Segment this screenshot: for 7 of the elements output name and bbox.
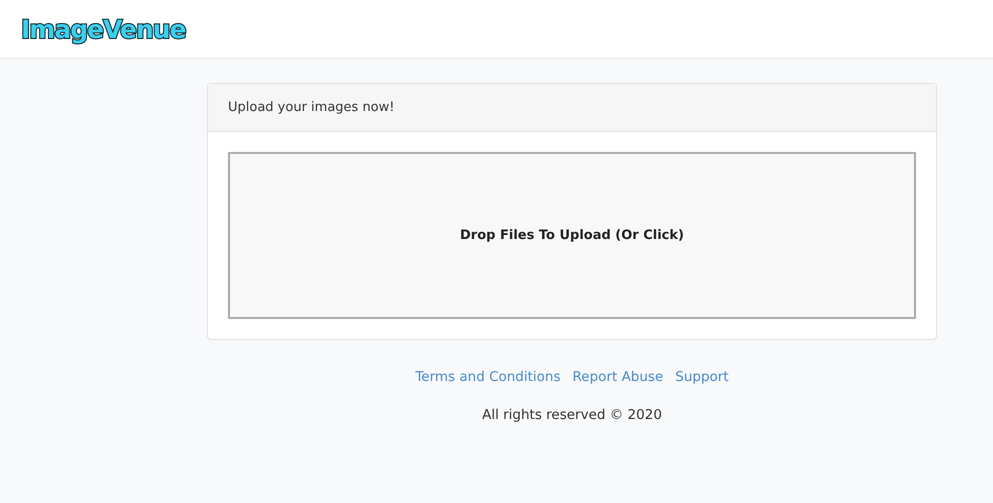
logo[interactable]: ImageVenue bbox=[21, 16, 186, 42]
dropzone[interactable]: Drop Files To Upload (Or Click) bbox=[228, 152, 916, 319]
card-title: Upload your images now! bbox=[228, 98, 394, 117]
footer-link[interactable]: Support bbox=[675, 367, 729, 388]
copyright-text: All rights reserved © 2020 bbox=[482, 406, 662, 426]
footer-link[interactable]: Report Abuse bbox=[572, 367, 664, 388]
footer-link[interactable]: Terms and Conditions bbox=[415, 367, 561, 388]
